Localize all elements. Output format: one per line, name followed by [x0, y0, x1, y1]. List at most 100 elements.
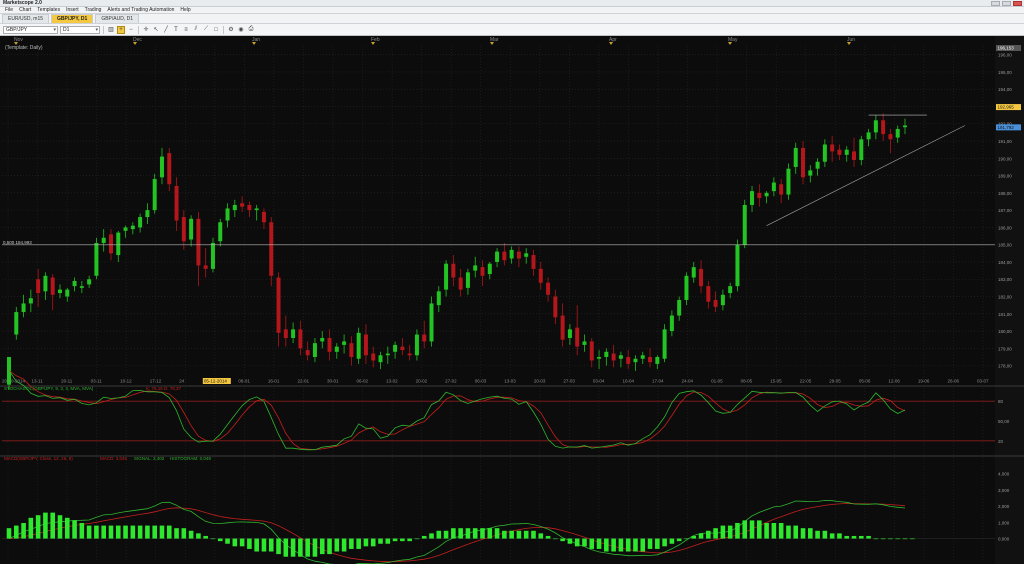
candle-bear	[196, 218, 201, 266]
cursor-icon[interactable]: ↖	[152, 26, 160, 34]
macd-histogram-bar	[589, 538, 595, 549]
line-tool-icon[interactable]: ╱	[162, 26, 170, 34]
camera-icon[interactable]: ◉	[237, 26, 245, 34]
candle-bull	[597, 356, 602, 359]
candle-bear	[611, 353, 616, 361]
zoom-out-icon[interactable]: −	[127, 26, 135, 34]
macd-histogram-bar	[625, 538, 631, 552]
macd-histogram-bar	[560, 538, 565, 542]
date-tick-label: 13-03	[504, 379, 516, 384]
menu-item-file[interactable]: File	[2, 7, 16, 14]
price-chart[interactable]: Nov Dec Jan Feb Mar Apr May Jun196,00195,00194,…	[0, 36, 1024, 564]
macd-histogram-bar	[363, 538, 369, 547]
macd-histogram-bar	[57, 515, 63, 539]
menu-item-help[interactable]: Help	[177, 7, 193, 14]
candle-bull	[210, 242, 215, 269]
chart-toolbar: GBP/JPY ▾ D1 ▾ ▥ + − ✛ ↖ ╱ T ≡ ⫽ ⟋ □ ⚙ ◉…	[0, 24, 1024, 36]
text-tool-icon[interactable]: T	[172, 26, 180, 34]
date-tick-label: 26-06	[947, 379, 959, 384]
macd-histogram-bar	[844, 535, 850, 539]
macd-histogram-bar	[327, 538, 332, 555]
candle-bull	[312, 343, 317, 357]
chart-area[interactable]: Nov Dec Jan Feb Mar Apr May Jun 196,00 195,00 194,…	[0, 36, 1024, 564]
candle-bear	[371, 353, 376, 361]
date-tick-label: 01-05	[711, 379, 723, 384]
candle-bear	[240, 203, 245, 207]
settings-icon[interactable]: ⚙	[227, 26, 235, 34]
candle-bull	[87, 279, 92, 285]
macd-histogram-bar	[720, 525, 726, 539]
maximize-icon[interactable]	[1002, 1, 1011, 6]
candle-bear	[276, 277, 281, 333]
menu-item-trading[interactable]: Trading	[82, 7, 105, 14]
macd-axis-label: 4,000	[998, 472, 1010, 477]
chart-type-icon[interactable]: ▥	[107, 26, 115, 34]
candle-bear	[502, 251, 507, 261]
tab-gbpjpy-d1[interactable]: GBP/JPY, D1	[51, 14, 94, 23]
candle-bull	[895, 128, 900, 138]
candle-bull	[465, 272, 470, 288]
crosshair-icon[interactable]: ✛	[142, 26, 150, 34]
candle-bear	[298, 329, 303, 349]
date-tick-label: 29-05	[829, 379, 841, 384]
chevron-down-icon: ▾	[95, 26, 98, 33]
menu-item-chart[interactable]: Chart	[16, 7, 34, 14]
macd-histogram-bar	[771, 522, 777, 539]
macd-histogram-bar	[465, 528, 471, 539]
macd-histogram-bar	[458, 528, 463, 539]
menu-item-alerts[interactable]: Alerts and Trading Automation	[104, 7, 177, 14]
candle-bull	[72, 280, 77, 287]
date-tick-label: 13-02	[386, 379, 398, 384]
candle-bull	[662, 329, 667, 359]
price-tag-label: 191,792	[998, 125, 1015, 130]
candle-bear	[779, 184, 784, 195]
macd-histogram-bar	[276, 538, 281, 555]
candle-bull	[655, 356, 660, 364]
minimize-icon[interactable]	[991, 1, 1000, 6]
menu-item-insert[interactable]: Insert	[63, 7, 82, 14]
candle-bear	[203, 265, 208, 269]
macd-histogram-bar	[64, 517, 70, 539]
channel-icon[interactable]: ⫽	[192, 26, 200, 34]
macd-histogram-bar	[268, 538, 274, 552]
zoom-in-icon[interactable]: +	[117, 25, 125, 34]
tab-eurusd-m15[interactable]: EUR/USD, m15	[2, 14, 50, 23]
toolbar-divider	[103, 25, 104, 34]
candle-bull	[691, 267, 696, 278]
macd-histogram-bar	[538, 533, 544, 539]
candle-bull	[684, 275, 689, 300]
macd-histogram-bar	[851, 535, 857, 539]
candle-bear	[458, 277, 463, 290]
tab-gbpaud-d1[interactable]: GBP/AUD, D1	[95, 14, 139, 23]
stochastic-values-label: K: 75,16 D: 78,37	[146, 386, 182, 391]
symbol-select[interactable]: GBP/JPY ▾	[3, 25, 58, 34]
fibonacci-icon[interactable]: ≡	[182, 26, 190, 34]
close-icon[interactable]	[1013, 1, 1022, 6]
macd-axis-label: 2,000	[998, 504, 1010, 509]
shapes-icon[interactable]: □	[212, 26, 220, 34]
date-tick-label: 06-02	[357, 379, 369, 384]
candle-bear	[269, 222, 274, 276]
macd-histogram-bar	[312, 538, 318, 557]
macd-histogram-bar	[633, 538, 638, 552]
macd-histogram-bar	[691, 535, 697, 539]
macd-signal-label: SIGNAL: 3,402	[134, 456, 165, 461]
candle-bull	[720, 294, 725, 306]
trendline-icon[interactable]: ⟋	[202, 26, 210, 34]
candle-bull	[393, 344, 398, 352]
macd-histogram-bar	[43, 512, 48, 539]
macd-histogram-bar	[203, 535, 208, 539]
macd-histogram-bar	[742, 520, 748, 539]
price-tick-label: 181,00	[998, 312, 1012, 317]
macd-histogram-bar	[531, 530, 536, 539]
print-icon[interactable]: ⎙	[247, 26, 255, 34]
menu-item-templates[interactable]: Templates	[34, 7, 63, 14]
date-tick-label: 24-04	[682, 379, 694, 384]
candle-bull	[138, 217, 143, 228]
timeframe-select[interactable]: D1 ▾	[60, 25, 100, 34]
candle-bear	[589, 341, 594, 361]
macd-histogram-bar	[370, 538, 376, 547]
candle-bull	[320, 337, 325, 342]
macd-histogram-bar	[611, 538, 616, 552]
macd-histogram-bar	[188, 530, 194, 539]
